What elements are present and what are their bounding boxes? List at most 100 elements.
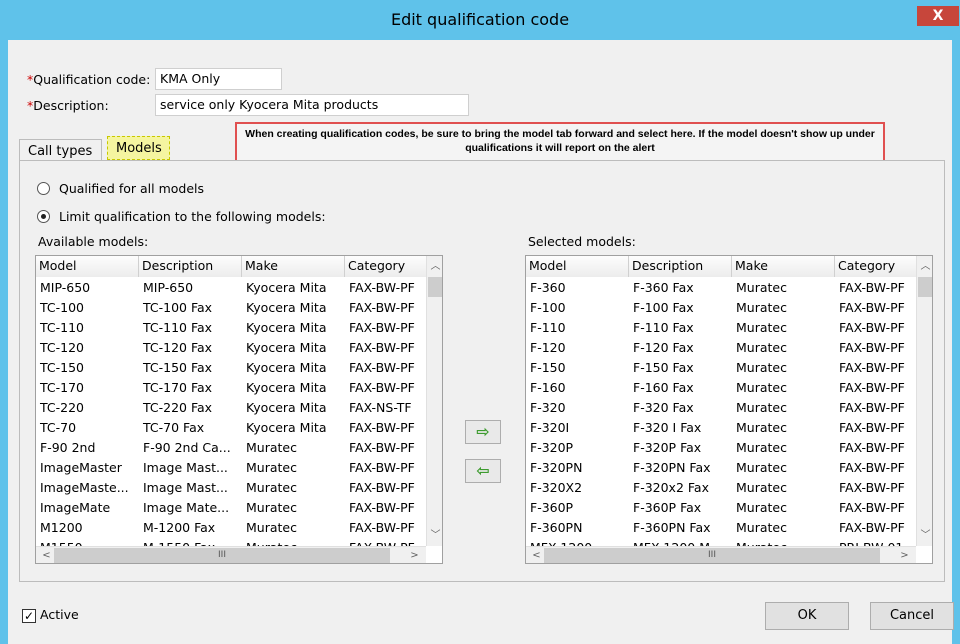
table-row[interactable]: TC-170 TC-170 Fax Kyocera Mita FAX-BW-PF — [36, 377, 427, 397]
table-row[interactable]: F-120 F-120 Fax Muratec FAX-BW-PF — [526, 337, 917, 357]
cell-model: F-360P — [530, 500, 574, 515]
table-row[interactable]: F-150 F-150 Fax Muratec FAX-BW-PF — [526, 357, 917, 377]
available-models-grid[interactable]: Model Description Make Category MIP-650 M… — [35, 255, 443, 564]
table-row[interactable]: F-320I F-320 I Fax Muratec FAX-BW-PF — [526, 417, 917, 437]
column-header-make[interactable]: Make — [242, 256, 345, 277]
column-header-make[interactable]: Make — [732, 256, 835, 277]
cell-make: Kyocera Mita — [246, 300, 327, 315]
ok-button[interactable]: OK — [765, 602, 849, 630]
cell-description: Image Mast... — [143, 460, 228, 475]
title-bar[interactable]: Edit qualification code X — [0, 0, 960, 40]
vertical-scrollbar[interactable]: ︿ ﹀ — [426, 256, 442, 546]
cell-description: F-160 Fax — [633, 380, 694, 395]
cell-make: Kyocera Mita — [246, 420, 327, 435]
cell-model: M1200 — [40, 520, 83, 535]
tab-models[interactable]: Models — [107, 136, 170, 160]
cell-model: TC-170 — [40, 380, 85, 395]
table-row[interactable]: F-160 F-160 Fax Muratec FAX-BW-PF — [526, 377, 917, 397]
table-row[interactable]: F-360 F-360 Fax Muratec FAX-BW-PF — [526, 277, 917, 297]
grid-header: Model Description Make Category — [526, 256, 917, 277]
scroll-left-icon[interactable]: < — [528, 547, 545, 563]
cell-description: TC-220 Fax — [143, 400, 213, 415]
cell-make: Muratec — [736, 520, 787, 535]
table-row[interactable]: TC-220 TC-220 Fax Kyocera Mita FAX-NS-TF — [36, 397, 427, 417]
hscroll-thumb[interactable]: III — [54, 548, 390, 563]
cell-model: TC-70 — [40, 420, 77, 435]
cell-description: Image Mast... — [143, 480, 228, 495]
horizontal-scrollbar[interactable]: < III > — [36, 546, 426, 563]
scroll-up-icon[interactable]: ︿ — [427, 258, 442, 275]
cell-category: FAX-BW-PF — [839, 460, 905, 475]
scroll-left-icon[interactable]: < — [38, 547, 55, 563]
close-button[interactable]: X — [917, 6, 959, 26]
cell-make: Muratec — [246, 440, 297, 455]
cell-model: F-120 — [530, 340, 566, 355]
cell-description: F-320P Fax — [633, 440, 702, 455]
table-row[interactable]: F-110 F-110 Fax Muratec FAX-BW-PF — [526, 317, 917, 337]
radio-limit-models[interactable] — [37, 210, 50, 223]
cell-category: FAX-BW-PF — [839, 360, 905, 375]
cell-category: FAX-BW-PF — [839, 520, 905, 535]
cell-description: F-360 Fax — [633, 280, 694, 295]
cell-description: TC-110 Fax — [143, 320, 213, 335]
table-row[interactable]: F-320PN F-320PN Fax Muratec FAX-BW-PF — [526, 457, 917, 477]
remove-model-button[interactable]: ⇦ — [465, 459, 501, 483]
scroll-down-icon[interactable]: ﹀ — [917, 527, 932, 544]
table-row[interactable]: F-320P F-320P Fax Muratec FAX-BW-PF — [526, 437, 917, 457]
cell-category: FAX-BW-PF — [349, 420, 415, 435]
column-header-model[interactable]: Model — [526, 256, 629, 277]
table-row[interactable]: TC-110 TC-110 Fax Kyocera Mita FAX-BW-PF — [36, 317, 427, 337]
description-field[interactable]: service only Kyocera Mita products — [155, 94, 469, 116]
table-row[interactable]: ImageMaste... Image Mast... Muratec FAX-BW-… — [36, 477, 427, 497]
table-row[interactable]: M1200 M-1200 Fax Muratec FAX-BW-PF — [36, 517, 427, 537]
table-row[interactable]: TC-120 TC-120 Fax Kyocera Mita FAX-BW-PF — [36, 337, 427, 357]
table-row[interactable]: F-100 F-100 Fax Muratec FAX-BW-PF — [526, 297, 917, 317]
table-row[interactable]: ImageMate Image Mate... Muratec FAX-BW-PF — [36, 497, 427, 517]
cell-description: MIP-650 — [143, 280, 194, 295]
column-header-category[interactable]: Category — [345, 256, 427, 277]
cell-description: F-320x2 Fax — [633, 480, 709, 495]
scroll-thumb[interactable] — [428, 277, 442, 297]
cell-model: F-320P — [530, 440, 574, 455]
column-header-description[interactable]: Description — [139, 256, 242, 277]
cell-model: TC-120 — [40, 340, 85, 355]
column-header-category[interactable]: Category — [835, 256, 917, 277]
scroll-right-icon[interactable]: > — [896, 547, 913, 563]
selected-models-grid[interactable]: Model Description Make Category F-360 F-3… — [525, 255, 933, 564]
hscroll-thumb[interactable]: III — [544, 548, 880, 563]
table-row[interactable]: F-360PN F-360PN Fax Muratec FAX-BW-PF — [526, 517, 917, 537]
cell-model: F-110 — [530, 320, 566, 335]
scroll-down-icon[interactable]: ﹀ — [427, 527, 442, 544]
cell-make: Muratec — [736, 460, 787, 475]
qualification-code-field[interactable]: KMA Only — [155, 68, 282, 90]
description-label-text: Description: — [33, 98, 109, 113]
cell-make: Muratec — [246, 500, 297, 515]
radio-all-models[interactable] — [37, 182, 50, 195]
table-row[interactable]: TC-70 TC-70 Fax Kyocera Mita FAX-BW-PF — [36, 417, 427, 437]
cell-category: FAX-BW-PF — [839, 500, 905, 515]
column-header-model[interactable]: Model — [36, 256, 139, 277]
cell-model: F-360PN — [530, 520, 583, 535]
horizontal-scrollbar[interactable]: < III > — [526, 546, 916, 563]
scroll-right-icon[interactable]: > — [406, 547, 423, 563]
scroll-up-icon[interactable]: ︿ — [917, 258, 932, 275]
cancel-button[interactable]: Cancel — [870, 602, 954, 630]
table-row[interactable]: ImageMaster Image Mast... Muratec FAX-BW-PF — [36, 457, 427, 477]
table-row[interactable]: TC-150 TC-150 Fax Kyocera Mita FAX-BW-PF — [36, 357, 427, 377]
table-row[interactable]: TC-100 TC-100 Fax Kyocera Mita FAX-BW-PF — [36, 297, 427, 317]
vertical-scrollbar[interactable]: ︿ ﹀ — [916, 256, 932, 546]
table-row[interactable]: F-90 2nd F-90 2nd Ca... Muratec FAX-BW-PF — [36, 437, 427, 457]
table-row[interactable]: MIP-650 MIP-650 Kyocera Mita FAX-BW-PF — [36, 277, 427, 297]
table-row[interactable]: F-320 F-320 Fax Muratec FAX-BW-PF — [526, 397, 917, 417]
column-header-description[interactable]: Description — [629, 256, 732, 277]
available-models-label: Available models: — [38, 234, 149, 249]
table-row[interactable]: F-360P F-360P Fax Muratec FAX-BW-PF — [526, 497, 917, 517]
active-checkbox[interactable]: ✓ — [22, 609, 36, 623]
cell-category: FAX-BW-PF — [349, 340, 415, 355]
table-row[interactable]: F-320X2 F-320x2 Fax Muratec FAX-BW-PF — [526, 477, 917, 497]
cell-make: Kyocera Mita — [246, 380, 327, 395]
add-model-button[interactable]: ⇨ — [465, 420, 501, 444]
scroll-thumb[interactable] — [918, 277, 932, 297]
cell-description: TC-120 Fax — [143, 340, 213, 355]
cell-make: Kyocera Mita — [246, 320, 327, 335]
